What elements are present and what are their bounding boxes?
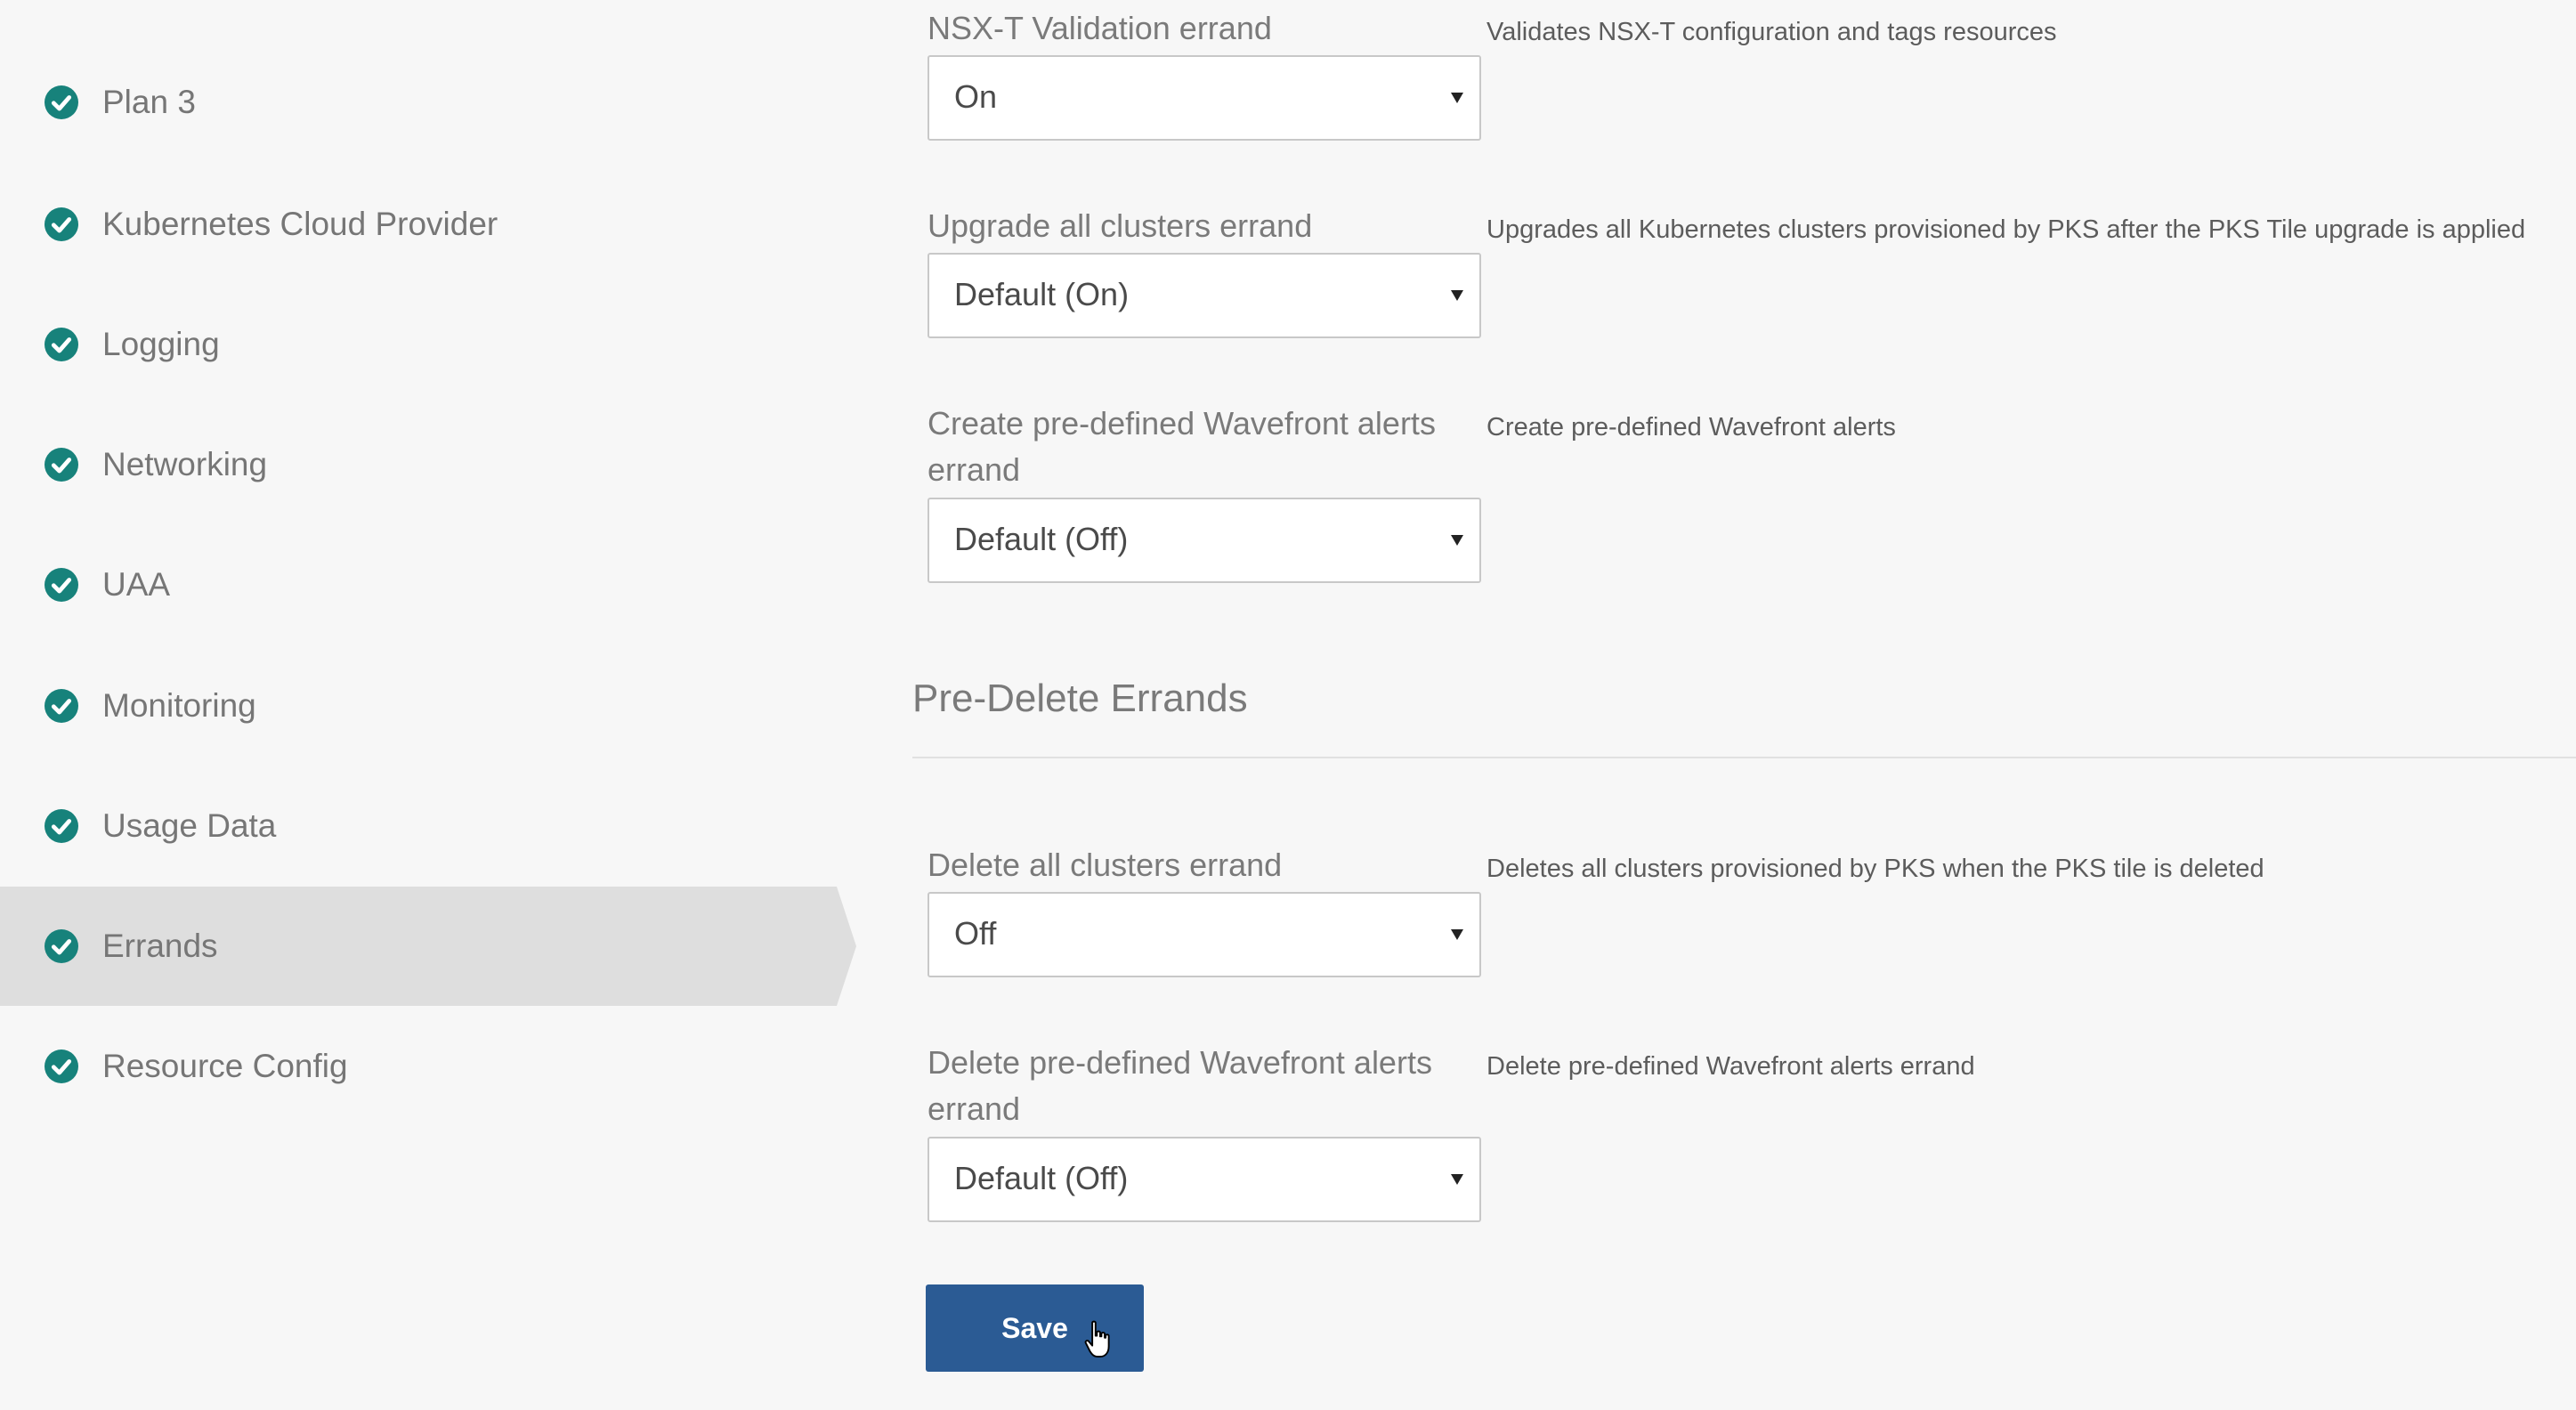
sidebar-item-label: UAA (102, 566, 171, 603)
check-circle-icon (45, 568, 78, 602)
wavefront-delete-errand-description: Delete pre-defined Wavefront alerts erra… (1486, 1052, 1975, 1081)
caret-down-icon (1451, 93, 1463, 103)
delete-all-errand-value: Off (954, 915, 997, 952)
errands-form: NSX-T Validation errand Validates NSX-T … (890, 0, 2576, 1410)
nsxt-errand-label: NSX-T Validation errand (928, 10, 1272, 46)
sidebar-item-logging[interactable]: Logging (0, 285, 837, 404)
sidebar-item-label: Errands (102, 928, 218, 964)
upgrade-all-errand-value: Default (On) (954, 276, 1130, 312)
caret-down-icon (1451, 290, 1463, 301)
delete-all-errand-select[interactable]: Off (928, 892, 1481, 977)
sidebar-item-label: Resource Config (102, 1048, 348, 1084)
upgrade-all-errand-description: Upgrades all Kubernetes clusters provisi… (1486, 215, 2526, 244)
section-divider (912, 757, 2576, 758)
sidebar-item-label: Monitoring (102, 687, 256, 724)
check-circle-icon (45, 1049, 78, 1083)
save-button[interactable]: Save (926, 1284, 1144, 1372)
sidebar-item-errands[interactable]: Errands (0, 887, 856, 1006)
sidebar-item-kubernetes-cloud-provider[interactable]: Kubernetes Cloud Provider (0, 165, 837, 284)
check-circle-icon (45, 689, 78, 723)
sidebar-item-label: Plan 3 (102, 84, 196, 120)
sidebar-item-label: Usage Data (102, 807, 277, 844)
delete-all-errand-description: Deletes all clusters provisioned by PKS … (1486, 855, 2264, 883)
upgrade-all-errand-select[interactable]: Default (On) (928, 253, 1481, 338)
wavefront-create-errand-value: Default (Off) (954, 521, 1129, 557)
sidebar-item-label: Logging (102, 326, 220, 362)
wavefront-delete-errand-select[interactable]: Default (Off) (928, 1137, 1481, 1222)
pre-delete-section-title: Pre-Delete Errands (912, 677, 1248, 720)
nsxt-errand-select[interactable]: On (928, 55, 1481, 141)
check-circle-icon (45, 207, 78, 241)
check-circle-icon (45, 328, 78, 361)
caret-down-icon (1451, 535, 1463, 546)
delete-all-errand-label: Delete all clusters errand (928, 847, 1283, 883)
sidebar-item-networking[interactable]: Networking (0, 405, 837, 524)
caret-down-icon (1451, 929, 1463, 940)
check-circle-icon (45, 929, 78, 963)
check-circle-icon (45, 85, 78, 119)
sidebar-item-label: Networking (102, 446, 268, 482)
upgrade-all-errand-label: Upgrade all clusters errand (928, 207, 1313, 244)
wavefront-create-errand-description: Create pre-defined Wavefront alerts (1486, 413, 1896, 442)
wavefront-create-errand-label: Create pre-defined Wavefront alerts erra… (928, 405, 1436, 488)
hand-pointer-icon (1084, 1320, 1110, 1358)
sidebar-item-usage-data[interactable]: Usage Data (0, 766, 837, 886)
nsxt-errand-description: Validates NSX-T configuration and tags r… (1486, 18, 2057, 46)
wavefront-delete-errand-label: Delete pre-defined Wavefront alerts erra… (928, 1044, 1432, 1127)
caret-down-icon (1451, 1174, 1463, 1185)
sidebar-item-label: Kubernetes Cloud Provider (102, 206, 498, 242)
sidebar-nav: Plan 3 Kubernetes Cloud Provider Logging… (0, 0, 856, 1410)
sidebar-item-uaa[interactable]: UAA (0, 525, 837, 644)
check-circle-icon (45, 448, 78, 482)
sidebar-item-resource-config[interactable]: Resource Config (0, 1007, 837, 1126)
nsxt-errand-value: On (954, 78, 998, 115)
wavefront-delete-errand-value: Default (Off) (954, 1160, 1129, 1196)
sidebar-item-plan-3[interactable]: Plan 3 (0, 43, 837, 162)
wavefront-create-errand-select[interactable]: Default (Off) (928, 498, 1481, 583)
check-circle-icon (45, 809, 78, 843)
sidebar-item-monitoring[interactable]: Monitoring (0, 646, 837, 766)
